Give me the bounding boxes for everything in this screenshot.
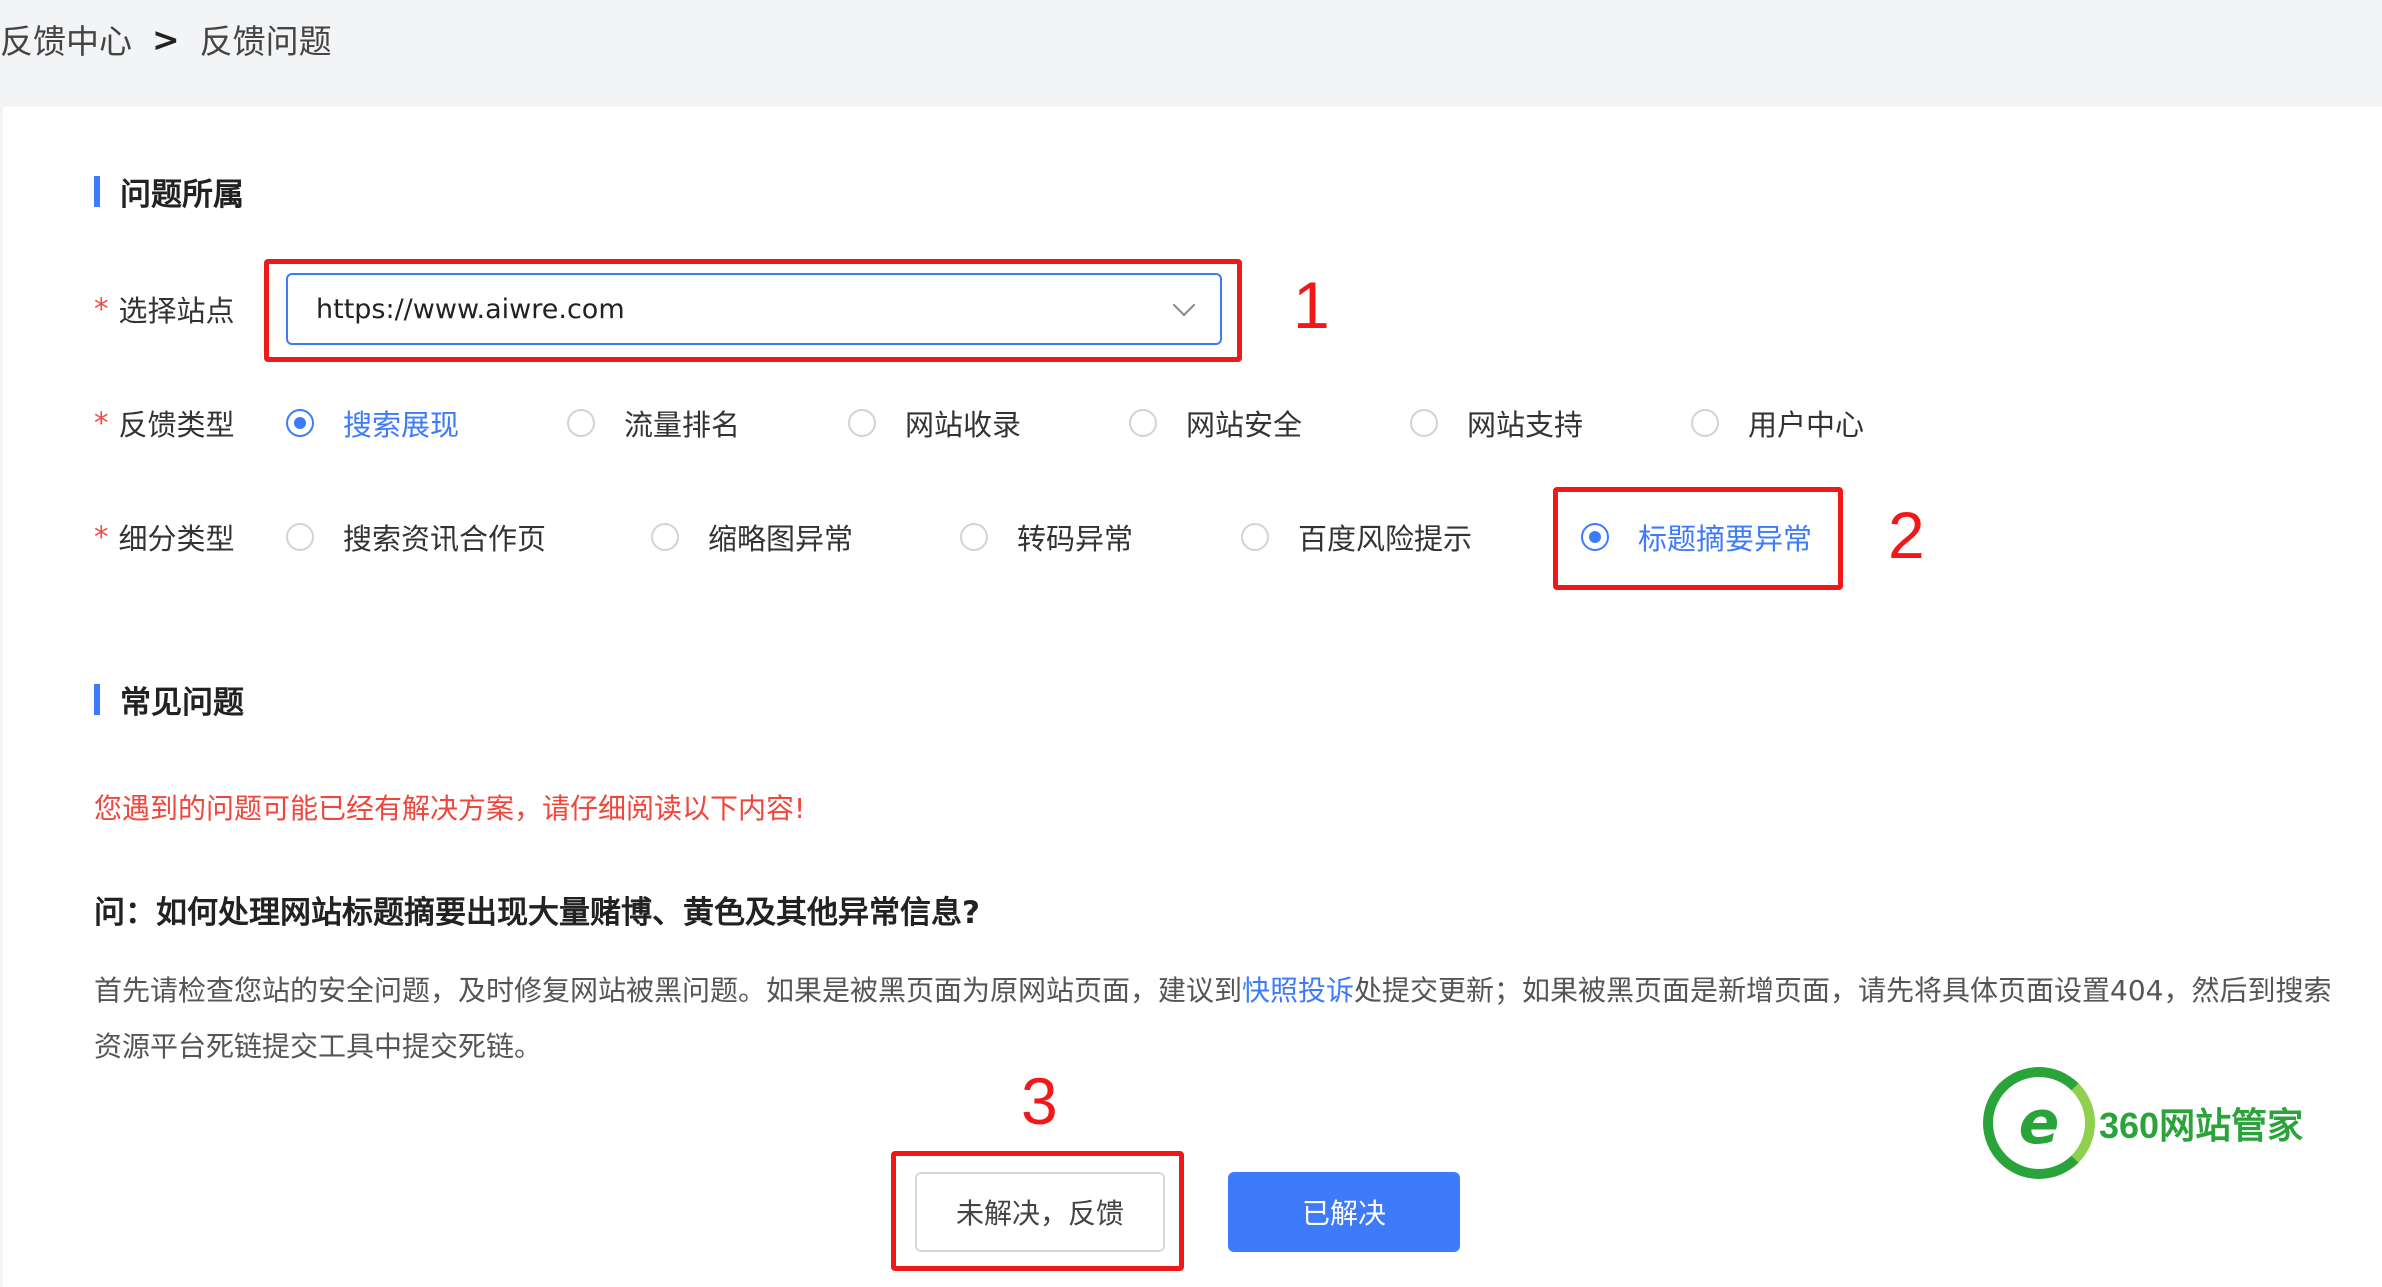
required-mark: *: [94, 520, 109, 554]
site-label-text: 选择站点: [118, 294, 235, 328]
section-title-text: 常见问题: [120, 684, 244, 721]
breadcrumb: 反馈中心 > 反馈问题: [0, 14, 332, 64]
breadcrumb-current: 反馈问题: [199, 22, 332, 61]
radio-feedback-site-security[interactable]: 网站安全: [1129, 401, 1302, 445]
radio-label: 搜索展现: [343, 408, 460, 442]
radio-circle-selected[interactable]: [286, 409, 314, 437]
radio-label: 转码异常: [1017, 522, 1134, 556]
required-mark: *: [94, 406, 109, 440]
radio-circle[interactable]: [1691, 409, 1719, 437]
resolved-button[interactable]: 已解决: [1228, 1172, 1460, 1252]
radio-circle[interactable]: [567, 409, 595, 437]
radio-circle-selected[interactable]: [1581, 523, 1609, 551]
feedback-type-label: * 反馈类型: [94, 403, 235, 443]
section-accent-bar: [94, 175, 100, 207]
radio-circle[interactable]: [848, 409, 876, 437]
radio-circle[interactable]: [286, 523, 314, 551]
radio-label: 网站支持: [1467, 408, 1584, 442]
faq-answer-part1: 首先请检查您站的安全问题，及时修复网站被黑问题。如果是被黑页面为原网站页面，建议…: [94, 974, 1243, 1007]
radio-feedback-site-support[interactable]: 网站支持: [1410, 401, 1583, 445]
required-mark: *: [94, 292, 109, 326]
radio-circle[interactable]: [1129, 409, 1157, 437]
radio-subtype-news-coop-page[interactable]: 搜索资讯合作页: [286, 515, 546, 559]
radio-feedback-traffic-ranking[interactable]: 流量排名: [567, 401, 740, 445]
radio-circle[interactable]: [651, 523, 679, 551]
snapshot-complaint-link[interactable]: 快照投诉: [1242, 974, 1354, 1007]
faq-answer: 首先请检查您站的安全问题，及时修复网站被黑问题。如果是被黑页面为原网站页面，建议…: [94, 963, 2334, 1075]
radio-label: 用户中心: [1748, 408, 1865, 442]
section-title-problem-belongs: 问题所属: [94, 171, 244, 213]
faq-question: 问：如何处理网站标题摘要出现大量赌博、黄色及其他异常信息?: [94, 895, 980, 931]
site-label: * 选择站点: [94, 289, 235, 329]
radio-label: 网站收录: [905, 408, 1022, 442]
feedback-type-label-text: 反馈类型: [118, 408, 235, 442]
site-select[interactable]: https://www.aiwre.com: [286, 273, 1222, 345]
radio-feedback-search-display[interactable]: 搜索展现: [286, 401, 459, 445]
feedback-panel: 问题所属 * 选择站点 https://www.aiwre.com 1 * 反馈…: [3, 107, 2382, 1287]
radio-circle[interactable]: [960, 523, 988, 551]
radio-subtype-thumbnail-error[interactable]: 缩略图异常: [651, 515, 853, 559]
watermark-text: 360网站管家: [2099, 1105, 2304, 1146]
radio-label: 网站安全: [1186, 408, 1303, 442]
notice-text: 您遇到的问题可能已经有解决方案，请仔细阅读以下内容!: [94, 792, 806, 825]
radio-label: 搜索资讯合作页: [343, 522, 547, 556]
radio-subtype-transcode-error[interactable]: 转码异常: [960, 515, 1133, 559]
section-title-faq: 常见问题: [94, 679, 244, 721]
sub-type-label: * 细分类型: [94, 517, 235, 557]
radio-label: 百度风险提示: [1298, 522, 1473, 556]
annotation-number-2: 2: [1888, 498, 1925, 572]
sub-type-label-text: 细分类型: [118, 522, 235, 556]
radio-subtype-title-summary-error[interactable]: 标题摘要异常: [1581, 515, 1812, 559]
radio-circle[interactable]: [1410, 409, 1438, 437]
section-title-text: 问题所属: [120, 176, 244, 213]
breadcrumb-parent-link[interactable]: 反馈中心: [0, 15, 132, 63]
radio-feedback-user-center[interactable]: 用户中心: [1691, 401, 1864, 445]
watermark-360: e 360网站管家: [1983, 1067, 2303, 1179]
radio-label: 标题摘要异常: [1638, 522, 1813, 556]
breadcrumb-separator: >: [152, 19, 180, 59]
annotation-number-3: 3: [1021, 1064, 1058, 1138]
radio-feedback-site-indexing[interactable]: 网站收录: [848, 401, 1021, 445]
chevron-down-icon: [1172, 293, 1196, 317]
site-select-value: https://www.aiwre.com: [316, 293, 625, 325]
section-accent-bar: [94, 683, 100, 715]
radio-subtype-risk-warning[interactable]: 百度风险提示: [1241, 515, 1472, 559]
radio-circle[interactable]: [1241, 523, 1269, 551]
annotation-number-1: 1: [1293, 268, 1330, 342]
unresolved-feedback-button[interactable]: 未解决，反馈: [915, 1172, 1165, 1252]
radio-label: 缩略图异常: [708, 522, 854, 556]
e-logo-icon: e: [1983, 1067, 2095, 1179]
radio-label: 流量排名: [624, 408, 741, 442]
